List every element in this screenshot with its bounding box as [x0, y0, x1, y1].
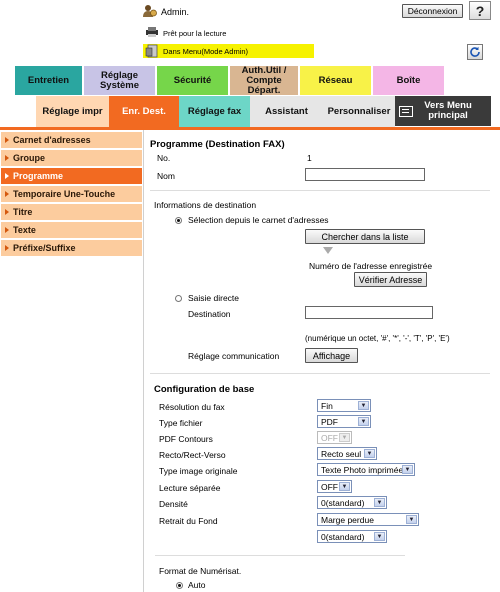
logout-button[interactable]: Déconnexion	[402, 4, 463, 18]
arrow-right-icon	[5, 155, 9, 161]
original-type-select[interactable]: Texte Photo imprimée ▼	[317, 463, 415, 476]
verify-address-button[interactable]: Vérifier Adresse	[354, 272, 427, 287]
page-title: Programme (Destination FAX)	[150, 139, 285, 150]
radio-auto[interactable]	[176, 581, 183, 591]
subtab-personnaliser[interactable]: Personnaliser	[323, 96, 395, 127]
arrow-right-icon	[5, 245, 9, 251]
tab-auth-util[interactable]: Auth.Util / Compte Départ.	[229, 65, 299, 96]
radio-direct[interactable]	[175, 294, 182, 304]
dest-info-label: Informations de destination	[154, 200, 257, 210]
chevron-down-icon: ▼	[339, 482, 350, 491]
mode-icon	[145, 44, 159, 58]
tab-reseau[interactable]: Réseau	[299, 65, 372, 96]
display-button[interactable]: Affichage	[305, 348, 358, 363]
config-label-file-type: Type fichier	[159, 418, 203, 428]
tab-boite[interactable]: Boîte	[372, 65, 445, 96]
config-label-pdf-contours: PDF Contours	[159, 434, 213, 444]
config-label-background: Retrait du Fond	[159, 516, 218, 526]
radio-icon	[175, 295, 182, 302]
section-divider	[150, 190, 490, 191]
pdf-contours-select[interactable]: OFF ▼	[317, 431, 352, 444]
radio-icon	[175, 217, 182, 224]
mode-text: Dans Menu(Mode Admin)	[163, 47, 249, 56]
destination-label: Destination	[188, 309, 231, 319]
comm-setting-label: Réglage communication	[188, 351, 280, 361]
menu-icon	[399, 105, 413, 117]
config-label-duplex: Recto/Rect-Verso	[159, 450, 226, 460]
sidebar-item-prefixe[interactable]: Préfixe/Suffixe	[1, 240, 142, 257]
sidebar-item-carnet[interactable]: Carnet d'adresses	[1, 132, 142, 149]
chevron-down-icon: ▼	[374, 532, 385, 541]
chevron-down-icon: ▼	[402, 465, 413, 474]
chevron-down-icon: ▼	[358, 401, 369, 410]
refresh-icon[interactable]	[467, 44, 483, 60]
content-left-border	[143, 130, 144, 592]
chevron-down-icon: ▼	[358, 417, 369, 426]
arrow-right-icon	[5, 209, 9, 215]
user-label: Admin.	[161, 7, 190, 17]
subtab-enr-dest[interactable]: Enr. Dest.	[109, 96, 179, 127]
subtab-reglage-fax[interactable]: Réglage fax	[179, 96, 250, 127]
duplex-select[interactable]: Recto seul ▼	[317, 447, 377, 460]
registered-number-label: Numéro de l'adresse enregistrée	[309, 261, 433, 271]
radio-auto-label: Auto	[188, 580, 206, 590]
radio-addressbook-label: Sélection depuis le carnet d'adresses	[188, 215, 329, 225]
config-title: Configuration de base	[154, 384, 255, 395]
radio-addressbook[interactable]	[175, 216, 182, 226]
printer-status-icon	[145, 27, 159, 37]
scan-format-label: Format de Numérisat.	[159, 566, 242, 576]
chevron-down-icon: ▼	[374, 498, 385, 507]
admin-icon	[143, 4, 157, 18]
no-label: No.	[157, 153, 171, 163]
triangle-down-icon	[323, 247, 333, 254]
sidebar-item-titre[interactable]: Titre	[1, 204, 142, 221]
main-menu-button[interactable]: Vers Menu principal	[395, 96, 491, 126]
no-value: 1	[307, 153, 312, 163]
section-divider	[155, 555, 405, 556]
name-label: Nom	[157, 171, 175, 181]
arrow-right-icon	[5, 227, 9, 233]
header-divider	[0, 127, 500, 130]
radio-icon	[176, 582, 183, 589]
sidebar-item-groupe[interactable]: Groupe	[1, 150, 142, 167]
resolution-select[interactable]: Fin ▼	[317, 399, 371, 412]
radio-direct-label: Saisie directe	[188, 293, 240, 303]
config-label-resolution: Résolution du fax	[159, 402, 225, 412]
arrow-right-icon	[5, 137, 9, 143]
destination-hint: (numérique un octet, '#', '*', '-', 'T',…	[305, 334, 450, 343]
search-list-button[interactable]: Chercher dans la liste	[305, 229, 425, 244]
sidebar-item-temporaire[interactable]: Temporaire Une-Touche	[1, 186, 142, 203]
tab-securite[interactable]: Sécurité	[156, 65, 229, 96]
name-input[interactable]	[305, 168, 425, 181]
sidebar-item-programme[interactable]: Programme	[1, 168, 142, 185]
subtab-reglage-impr[interactable]: Réglage impr	[36, 96, 109, 127]
config-label-separate-scan: Lecture séparée	[159, 483, 221, 493]
file-type-select[interactable]: PDF ▼	[317, 415, 371, 428]
chevron-down-icon: ▼	[406, 515, 417, 524]
density-select[interactable]: 0(standard) ▼	[317, 496, 387, 509]
chevron-down-icon: ▼	[339, 433, 350, 442]
background-removal-select[interactable]: Marge perdue ▼	[317, 513, 419, 526]
arrow-right-icon	[5, 173, 9, 179]
section-divider	[150, 373, 490, 374]
sidebar-item-texte[interactable]: Texte	[1, 222, 142, 239]
main-menu-label: Vers Menu principal	[424, 100, 472, 121]
tab-reglage-systeme[interactable]: Réglage Système	[83, 65, 156, 96]
separate-scan-select[interactable]: OFF ▼	[317, 480, 352, 493]
help-icon[interactable]: ?	[469, 1, 491, 20]
status-text: Prêt pour la lecture	[163, 29, 227, 38]
config-label-original-type: Type image originale	[159, 466, 238, 476]
chevron-down-icon: ▼	[364, 449, 375, 458]
arrow-right-icon	[5, 191, 9, 197]
subtab-assistant[interactable]: Assistant	[250, 96, 323, 127]
config-label-density: Densité	[159, 499, 188, 509]
tab-entretien[interactable]: Entretien	[14, 65, 83, 96]
destination-input[interactable]	[305, 306, 433, 319]
background-level-select[interactable]: 0(standard) ▼	[317, 530, 387, 543]
